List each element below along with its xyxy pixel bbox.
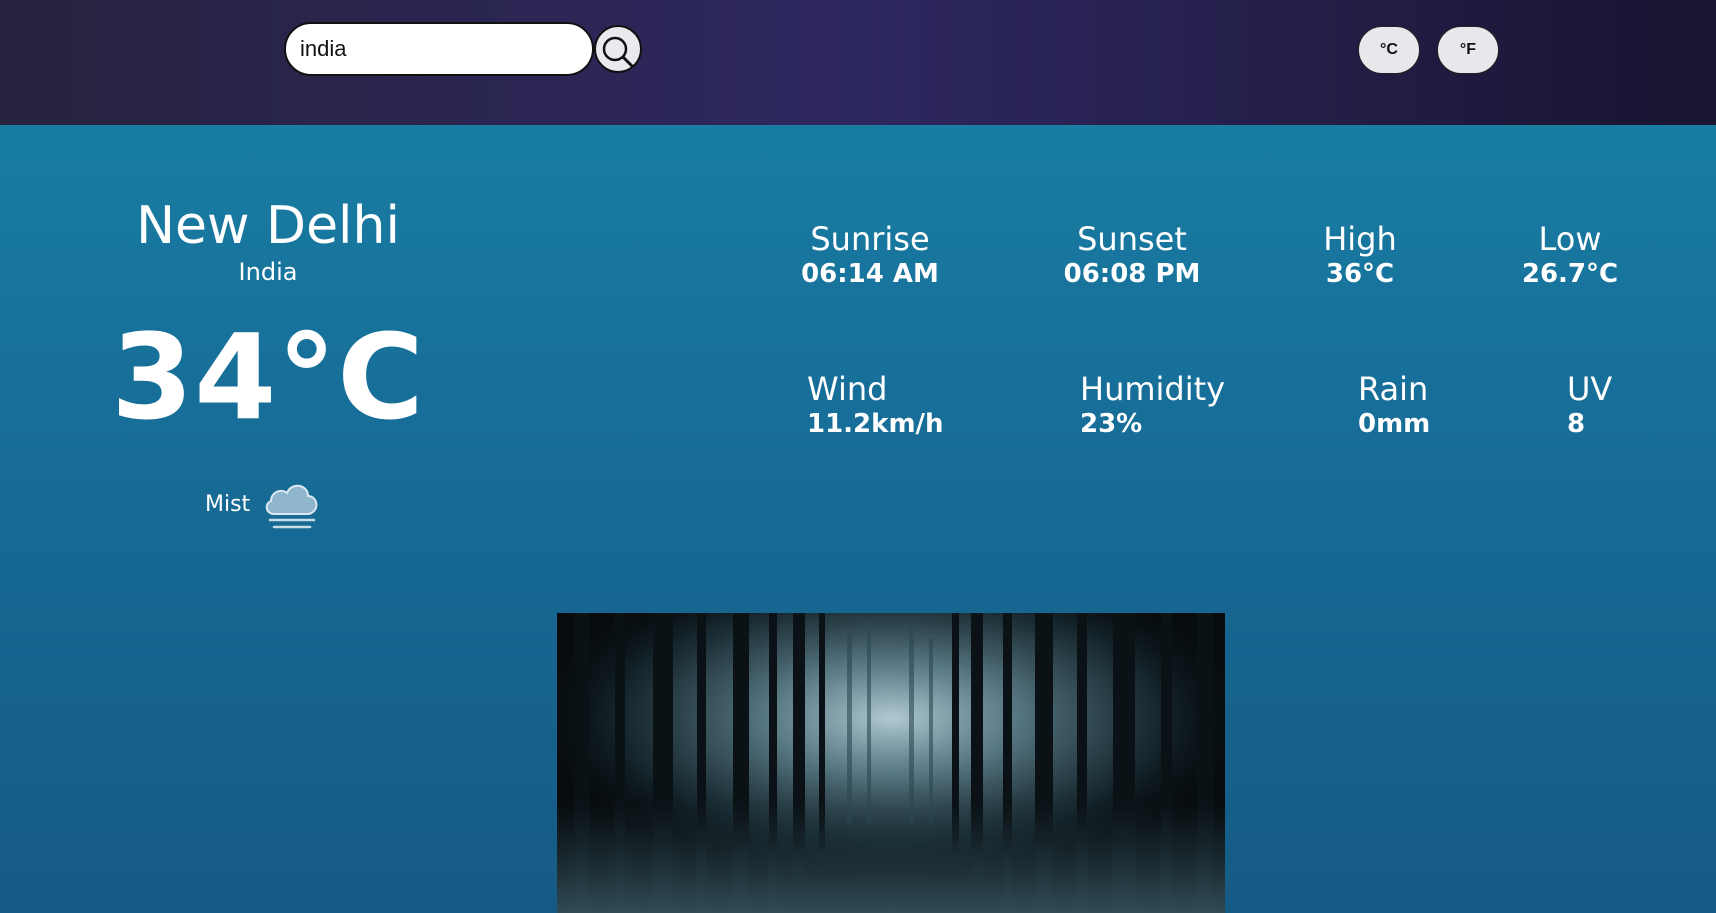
mist-cloud-icon [265,484,318,529]
rain-stat: Rain 0mm [1358,370,1478,440]
sunset-stat: Sunset 06:08 PM [1052,220,1212,290]
sunrise-label: Sunrise [810,220,930,258]
low-value: 26.7°C [1521,259,1619,289]
low-stat: Low 26.7°C [1500,220,1640,290]
search-button[interactable] [594,25,642,73]
sunrise-value: 06:14 AM [801,259,939,289]
current-temperature: 34°C [111,308,425,446]
fahrenheit-button[interactable]: °F [1437,26,1499,74]
country-name: India [238,258,298,286]
uv-value: 8 [1567,409,1586,439]
rain-value: 0mm [1358,409,1431,439]
sunset-label: Sunset [1077,220,1187,258]
celsius-button[interactable]: °C [1358,26,1420,74]
condition-row: Mist [205,476,322,532]
high-label: High [1323,220,1397,258]
low-label: Low [1538,220,1602,258]
search-icon [602,36,634,67]
search-input[interactable] [284,22,594,76]
sunrise-stat: Sunrise 06:14 AM [790,220,950,290]
high-value: 36°C [1325,259,1395,289]
rain-label: Rain [1358,370,1429,408]
humidity-stat: Humidity 23% [1080,370,1240,440]
wind-stat: Wind 11.2km/h [807,370,967,440]
humidity-label: Humidity [1080,370,1226,408]
condition-text: Mist [205,491,251,517]
uv-label: UV [1567,370,1613,408]
city-name: New Delhi [136,196,400,256]
misty-forest-image [557,613,1225,913]
weather-background-image [557,613,1225,913]
uv-stat: UV 8 [1567,370,1667,440]
humidity-value: 23% [1080,409,1143,439]
top-bar: °C °F [0,0,1716,125]
wind-value: 11.2km/h [807,409,944,439]
sunset-value: 06:08 PM [1063,259,1201,289]
high-stat: High 36°C [1300,220,1420,290]
wind-label: Wind [807,370,888,408]
search-box [284,22,594,78]
